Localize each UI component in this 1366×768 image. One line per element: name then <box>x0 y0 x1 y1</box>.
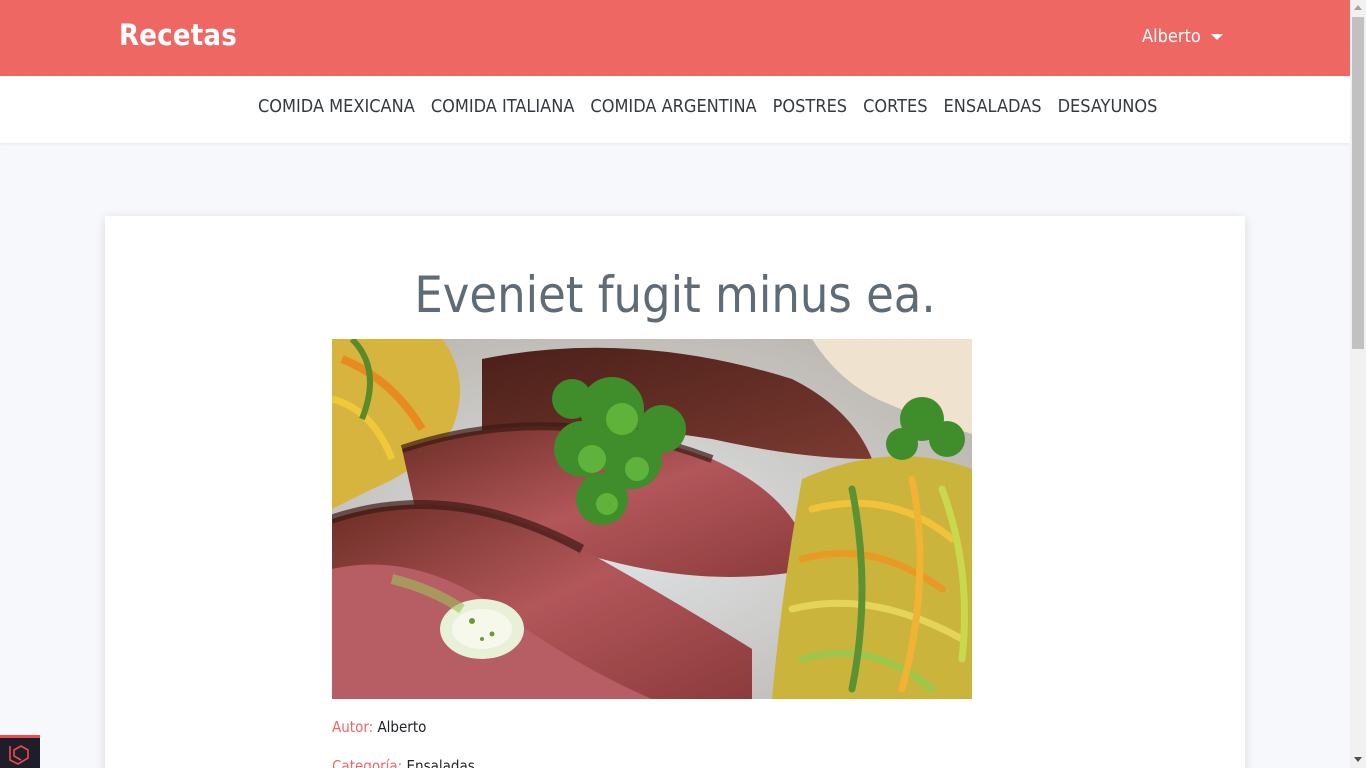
category-link-comida-argentina[interactable]: COMIDA ARGENTINA <box>590 96 756 117</box>
category-link-ensaladas[interactable]: ENSALADAS <box>944 96 1042 117</box>
author-value: Alberto <box>377 718 427 736</box>
author-label: Autor: <box>332 718 374 736</box>
category-value: Ensaladas <box>406 757 475 768</box>
scroll-down-icon[interactable] <box>1354 757 1362 762</box>
recipe-category: Categoría: Ensaladas <box>332 757 475 768</box>
scroll-up-icon[interactable] <box>1354 5 1362 10</box>
scroll-thumb[interactable] <box>1352 17 1364 349</box>
user-dropdown[interactable]: Alberto <box>1142 26 1223 47</box>
recipe-title: Eveniet fugit minus ea. <box>414 266 936 324</box>
brand-link[interactable]: Recetas <box>119 18 237 52</box>
laravel-logo-icon[interactable] <box>0 735 40 768</box>
recipe-author: Autor: Alberto <box>332 718 426 736</box>
category-link-postres[interactable]: POSTRES <box>773 96 847 117</box>
category-link-comida-italiana[interactable]: COMIDA ITALIANA <box>431 96 575 117</box>
caret-down-icon <box>1210 34 1223 40</box>
recipe-card: Eveniet fugit minus ea. Autor: Alberto C… <box>105 216 1245 768</box>
category-nav: COMIDA MEXICANA COMIDA ITALIANA COMIDA A… <box>0 76 1350 143</box>
recipe-image <box>332 339 972 699</box>
category-label: Categoría: <box>332 757 403 768</box>
top-navbar: Recetas Alberto <box>0 0 1350 76</box>
user-name: Alberto <box>1142 26 1201 47</box>
vertical-scrollbar[interactable] <box>1350 0 1366 768</box>
category-link-cortes[interactable]: CORTES <box>863 96 927 117</box>
category-link-desayunos[interactable]: DESAYUNOS <box>1058 96 1158 117</box>
category-link-comida-mexicana[interactable]: COMIDA MEXICANA <box>258 96 415 117</box>
